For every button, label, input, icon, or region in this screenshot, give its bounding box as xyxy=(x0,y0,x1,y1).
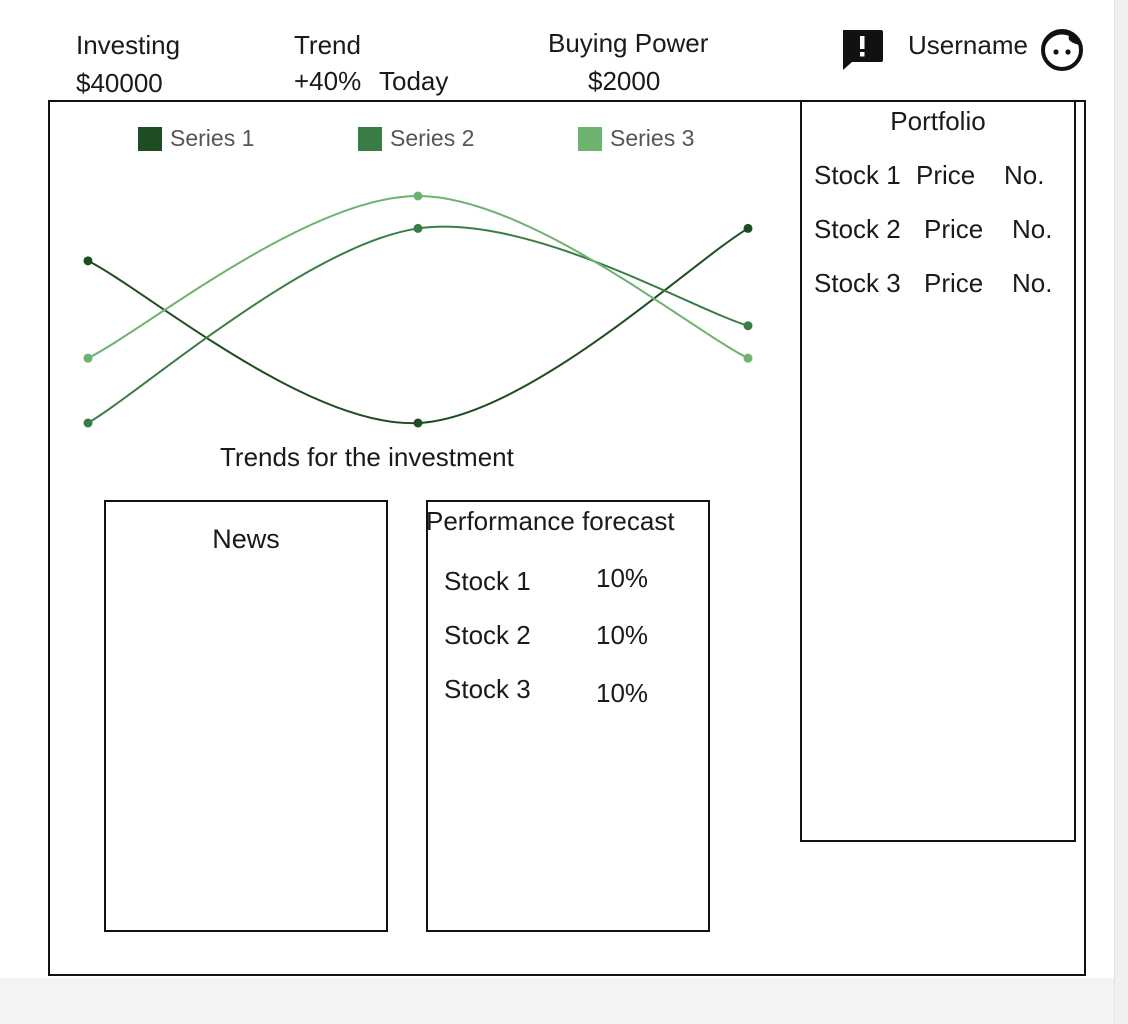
forecast-stock-name: Stock 1 xyxy=(444,566,531,596)
portfolio-stock-price: Price xyxy=(924,214,984,244)
portfolio-stock-name: Stock 2 xyxy=(814,214,901,244)
portfolio-panel: Portfolio Stock 1 Price No. Stock 2 Pric… xyxy=(800,100,1076,842)
portfolio-stock-quantity: No. xyxy=(1012,214,1053,244)
forecast-stock-value: 10% xyxy=(596,620,649,650)
forecast-title: Performance forecast xyxy=(426,506,675,536)
forecast-stock-value: 10% xyxy=(596,678,649,708)
news-title: News xyxy=(212,524,280,554)
forecast-panel: Performance forecast Stock 1 10% Stock 2… xyxy=(426,500,710,932)
series-2-point-1 xyxy=(83,418,93,428)
forecast-stock-name: Stock 3 xyxy=(444,674,531,704)
series-2-point-3 xyxy=(743,321,753,331)
series-1-point-1 xyxy=(83,256,93,266)
portfolio-stock-name: Stock 1 xyxy=(814,160,901,190)
portfolio-stock-price: Price xyxy=(924,268,984,298)
chart-title: Trends for the investment xyxy=(220,442,514,472)
series-1-point-3 xyxy=(743,223,753,233)
portfolio-stock-name: Stock 3 xyxy=(814,268,901,298)
portfolio-stock-quantity: No. xyxy=(1012,268,1053,298)
series-3-point-1 xyxy=(83,353,93,363)
series-3-point-3 xyxy=(743,353,753,363)
series-2-point-2 xyxy=(413,223,423,233)
forecast-stock-name: Stock 2 xyxy=(444,620,531,650)
series-3-line xyxy=(87,194,749,360)
portfolio-title: Portfolio xyxy=(890,106,986,136)
forecast-stock-value: 10% xyxy=(596,563,649,593)
news-panel: News xyxy=(104,500,388,932)
portfolio-stock-quantity: No. xyxy=(1004,160,1045,190)
series-3-point-2 xyxy=(413,191,423,201)
series-1-line xyxy=(87,227,749,425)
series-1-point-2 xyxy=(413,418,423,428)
portfolio-stock-price: Price xyxy=(916,160,976,190)
